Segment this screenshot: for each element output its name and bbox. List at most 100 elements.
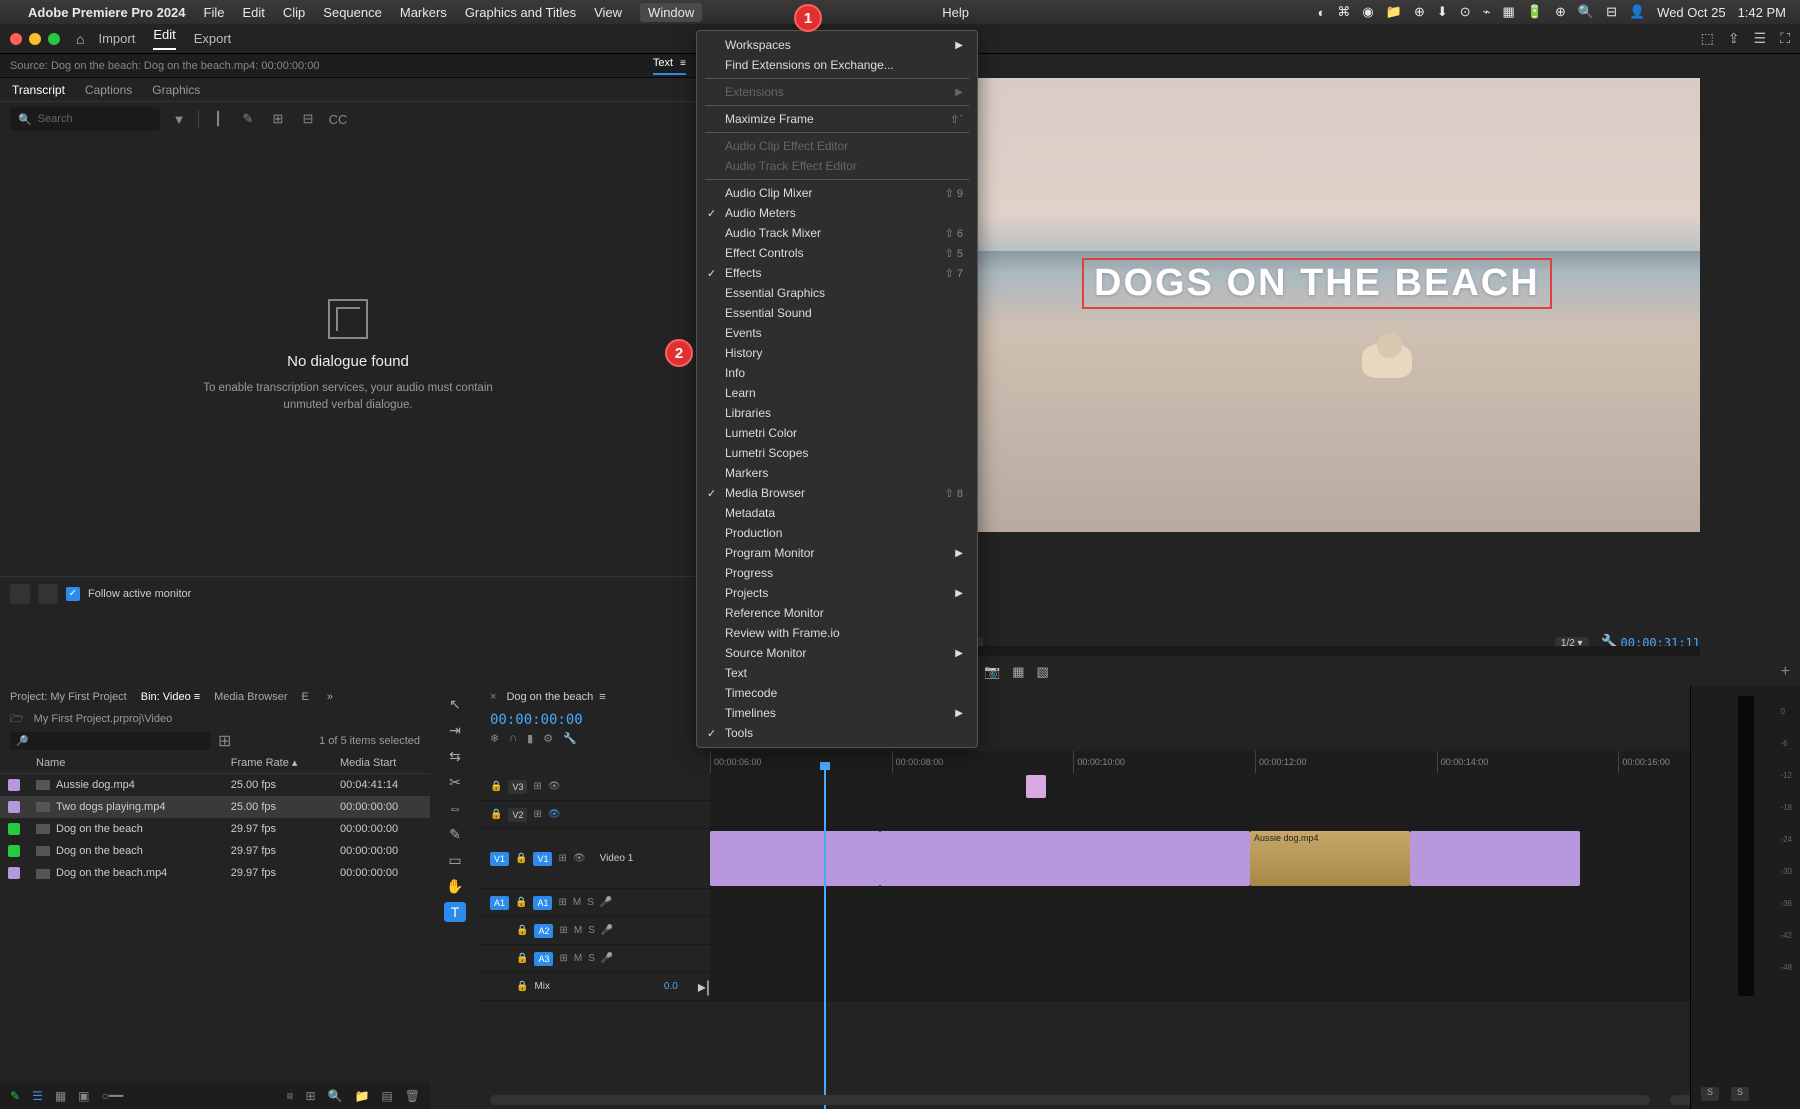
menu-item[interactable]: History <box>697 343 977 363</box>
window-minimize-icon[interactable] <box>29 33 41 45</box>
track-mix[interactable]: 🔒Mix0.0▸| <box>480 973 1800 1001</box>
menu-item[interactable]: ✓Media Browser⇧ 8 <box>697 483 977 503</box>
program-monitor[interactable]: DOGS ON THE BEACH <box>952 78 1700 532</box>
subtab-captions[interactable]: Captions <box>85 83 132 97</box>
menu-item[interactable]: Source Monitor▶ <box>697 643 977 663</box>
menu-view[interactable]: View <box>594 5 622 20</box>
workspace-export[interactable]: Export <box>194 31 232 46</box>
h-scrollbar[interactable] <box>490 1095 1650 1105</box>
track-v3[interactable]: 🔒V3⊞👁 <box>480 773 1800 801</box>
menu-item[interactable]: Libraries <box>697 403 977 423</box>
menu-item[interactable]: Info <box>697 363 977 383</box>
menu-edit[interactable]: Edit <box>242 5 264 20</box>
menubar-date[interactable]: Wed Oct 25 <box>1657 5 1725 20</box>
workspace-import[interactable]: Import <box>98 31 135 46</box>
app-name[interactable]: Adobe Premiere Pro 2024 <box>28 5 186 20</box>
bin-icon[interactable]: 🗁 <box>10 710 24 729</box>
new-item-icon[interactable]: ▤ <box>381 1089 392 1103</box>
pen-tool[interactable]: ✎ <box>444 824 466 844</box>
status-icon[interactable]: ◉ <box>1362 4 1373 20</box>
wrench-icon[interactable]: 🔧 <box>563 732 577 745</box>
menu-item[interactable]: Audio Track Mixer⇧ 6 <box>697 223 977 243</box>
clip[interactable] <box>880 831 1250 886</box>
settings-icon[interactable]: ⚙ <box>543 732 553 745</box>
subtab-graphics[interactable]: Graphics <box>152 83 200 97</box>
breadcrumb[interactable]: My First Project.prproj\Video <box>34 713 173 725</box>
menu-item[interactable]: Timecode <box>697 683 977 703</box>
fullscreen-icon[interactable]: ⛶ <box>1780 30 1790 47</box>
clip-aussie[interactable]: Aussie dog.mp4 <box>1250 831 1410 886</box>
view-icon[interactable] <box>38 584 58 604</box>
freeform-icon[interactable]: ▣ <box>78 1089 89 1103</box>
sequence-tab[interactable]: Dog on the beach <box>506 691 593 703</box>
menu-item[interactable]: Progress <box>697 563 977 583</box>
menu-item[interactable]: ✓Audio Meters <box>697 203 977 223</box>
close-seq-icon[interactable]: × <box>490 691 496 703</box>
menu-item[interactable]: Find Extensions on Exchange... <box>697 55 977 75</box>
menu-help[interactable]: Help <box>942 5 969 20</box>
list-icon[interactable]: ☰ <box>32 1089 43 1103</box>
menu-item[interactable]: Essential Sound <box>697 303 977 323</box>
auto-icon[interactable]: ⊞ <box>305 1089 315 1103</box>
timeline-timecode[interactable]: 00:00:00:00 <box>480 708 1800 732</box>
playhead[interactable] <box>824 766 826 1109</box>
marker-icon[interactable]: ▮ <box>527 732 533 745</box>
search-icon[interactable]: 🔍 <box>1578 4 1594 20</box>
cc-icon[interactable]: CC <box>327 108 349 130</box>
table-row[interactable]: Two dogs playing.mp425.00 fps00:00:00:00 <box>0 796 430 818</box>
control-center-icon[interactable]: ⊟ <box>1606 4 1617 20</box>
sort-icon[interactable]: ≡ <box>286 1089 293 1103</box>
status-icon[interactable]: ⊕ <box>1414 4 1425 20</box>
menu-item[interactable]: Effect Controls⇧ 5 <box>697 243 977 263</box>
menu-item[interactable]: Maximize Frame⇧` <box>697 109 977 129</box>
menu-markers[interactable]: Markers <box>400 5 447 20</box>
filter-icon[interactable]: ▼ <box>168 108 190 130</box>
status-icon[interactable]: ⬇ <box>1437 4 1448 20</box>
search-input[interactable]: 🔍 Search <box>10 107 160 131</box>
battery-icon[interactable]: 🔋 <box>1527 4 1543 20</box>
menu-item[interactable]: Text <box>697 663 977 683</box>
menu-item[interactable]: Program Monitor▶ <box>697 543 977 563</box>
status-icon[interactable]: ⊙ <box>1460 4 1471 20</box>
new-bin-icon[interactable]: 📁 <box>354 1089 369 1103</box>
slip-tool[interactable]: ⇔ <box>444 798 466 818</box>
source-tab[interactable]: Source: Dog on the beach: Dog on the bea… <box>10 60 319 72</box>
rect-tool[interactable]: ▭ <box>444 850 466 870</box>
type-tool[interactable]: T <box>444 902 466 922</box>
ripple-tool[interactable]: ⇆ <box>444 746 466 766</box>
add-button-icon[interactable]: + <box>1781 663 1790 681</box>
menu-item[interactable]: Lumetri Color <box>697 423 977 443</box>
clip[interactable] <box>1410 831 1580 886</box>
timeline-ruler[interactable]: 00:00:06:00 00:00:08:00 00:00:10:00 00:0… <box>710 751 1800 773</box>
workspace-icon[interactable]: ☰ <box>1754 30 1767 47</box>
track-select-tool[interactable]: ⇥ <box>444 720 466 740</box>
menu-window[interactable]: Window <box>640 3 702 22</box>
col-framerate[interactable]: Frame Rate ▴ <box>223 752 332 774</box>
camera-icon[interactable]: 📷 <box>984 664 1000 680</box>
share-icon[interactable]: ⇪ <box>1728 30 1740 47</box>
table-row[interactable]: Dog on the beach.mp429.97 fps00:00:00:00 <box>0 862 430 884</box>
menu-item[interactable]: Essential Graphics <box>697 283 977 303</box>
trash-icon[interactable]: 🗑 <box>405 1089 420 1103</box>
menu-item[interactable]: Markers <box>697 463 977 483</box>
window-close-icon[interactable] <box>10 33 22 45</box>
menu-item[interactable]: Lumetri Scopes <box>697 443 977 463</box>
quick-export-icon[interactable]: ⬚ <box>1701 30 1714 47</box>
menu-item[interactable]: ✓Effects⇧ 7 <box>697 263 977 283</box>
edit-icon[interactable]: ✎ <box>237 108 259 130</box>
compare-icon[interactable]: ▦ <box>1012 664 1024 680</box>
menu-item[interactable]: Metadata <box>697 503 977 523</box>
title-graphic[interactable]: DOGS ON THE BEACH <box>1082 258 1552 309</box>
menu-clip[interactable]: Clip <box>283 5 305 20</box>
merge-icon[interactable]: ⊞ <box>267 108 289 130</box>
bin-tab[interactable]: Bin: Video ≡ <box>141 691 200 703</box>
menu-sequence[interactable]: Sequence <box>323 5 382 20</box>
folder-icon[interactable]: 📁 <box>1386 4 1402 20</box>
workspace-edit[interactable]: Edit <box>153 27 175 50</box>
razor-tool[interactable]: ✂ <box>444 772 466 792</box>
view-icon[interactable] <box>10 584 30 604</box>
menu-item[interactable]: Production <box>697 523 977 543</box>
follow-checkbox[interactable]: ✓ <box>66 587 80 601</box>
menu-item[interactable]: Projects▶ <box>697 583 977 603</box>
window-zoom-icon[interactable] <box>48 33 60 45</box>
